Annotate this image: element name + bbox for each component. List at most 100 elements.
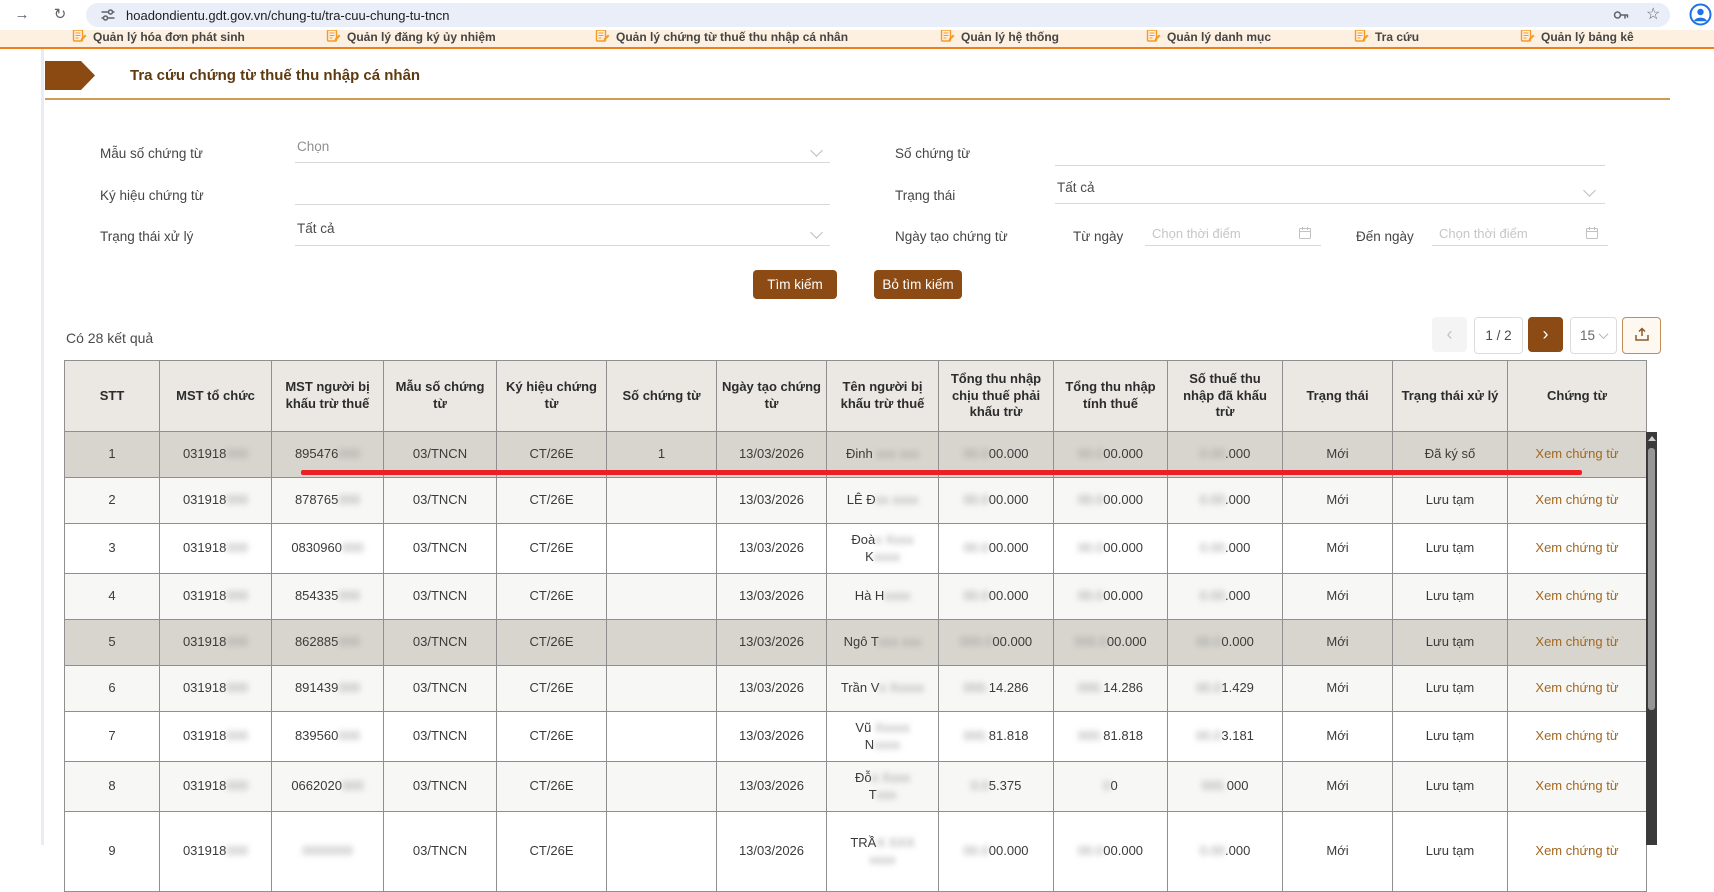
form-no-select-value[interactable]: Chọn	[297, 139, 329, 154]
cell-mau-so-chung-tu: 03/TNCN	[384, 712, 497, 762]
view-document-link[interactable]: Xem chứng từ	[1535, 680, 1618, 695]
cell-tong-thu-nhap-chiu-thue: 00.000.000	[939, 524, 1054, 574]
address-bar[interactable]: hoadondientu.gdt.gov.vn/chung-tu/tra-cuu…	[86, 3, 1670, 27]
form-no-select[interactable]	[295, 162, 830, 163]
cell-ky-hieu-chung-tu: CT/26E	[497, 666, 607, 712]
view-document-link[interactable]: Xem chứng từ	[1535, 446, 1618, 461]
cell-stt: 7	[65, 712, 160, 762]
nav-item[interactable]: Quản lý danh mục	[1146, 30, 1271, 46]
cell-chung-tu: Xem chứng từ	[1508, 478, 1647, 524]
cell-ky-hieu-chung-tu: CT/26E	[497, 812, 607, 892]
cell-stt: 6	[65, 666, 160, 712]
table-row[interactable]: 603191800089143900003/TNCNCT/26E13/03/20…	[65, 666, 1647, 712]
cell-trang-thai: Mới	[1283, 524, 1393, 574]
column-header: Ký hiệu chứng từ	[497, 361, 607, 432]
cell-tong-thu-nhap-tinh-thue: 00.000.000	[1054, 574, 1168, 620]
search-button[interactable]: Tìm kiếm	[753, 270, 837, 299]
chevron-down-icon	[1599, 329, 1609, 339]
view-document-link[interactable]: Xem chứng từ	[1535, 728, 1618, 743]
cell-so-chung-tu	[607, 666, 717, 712]
calendar-icon[interactable]	[1585, 226, 1599, 245]
cell-tong-thu-nhap-chiu-thue: 000.14.286	[939, 666, 1054, 712]
to-date-value[interactable]: Chọn thời điểm	[1439, 226, 1528, 241]
status-select-value[interactable]: Tất cả	[1057, 180, 1095, 195]
nav-item[interactable]: Tra cứu	[1354, 30, 1419, 46]
process-status-select-value[interactable]: Tất cả	[297, 221, 335, 236]
view-document-link[interactable]: Xem chứng từ	[1535, 778, 1618, 793]
export-button[interactable]	[1622, 317, 1661, 354]
column-header: Chứng từ	[1508, 361, 1647, 432]
nav-item[interactable]: Quản lý bảng kê	[1520, 30, 1634, 46]
view-document-link[interactable]: Xem chứng từ	[1535, 588, 1618, 603]
forward-icon[interactable]: →	[10, 3, 34, 27]
site-info-icon[interactable]	[100, 7, 116, 28]
nav-item[interactable]: Quản lý chứng từ thuế thu nhập cá nhân	[595, 30, 848, 46]
table-row[interactable]: 3031918000083096000003/TNCNCT/26E13/03/2…	[65, 524, 1647, 574]
table-row[interactable]: 403191800085433500003/TNCNCT/26E13/03/20…	[65, 574, 1647, 620]
document-edit-icon	[1520, 30, 1535, 46]
document-edit-icon	[1354, 30, 1369, 46]
view-document-link[interactable]: Xem chứng từ	[1535, 540, 1618, 555]
from-date-value[interactable]: Chọn thời điểm	[1152, 226, 1241, 241]
table-row[interactable]: 703191800083956000003/TNCNCT/26E13/03/20…	[65, 712, 1647, 762]
cell-trang-thai-xu-ly: Lưu tạm	[1393, 666, 1508, 712]
nav-item-label: Quản lý danh mục	[1167, 30, 1271, 44]
view-document-link[interactable]: Xem chứng từ	[1535, 634, 1618, 649]
password-key-icon[interactable]	[1612, 6, 1630, 29]
cell-stt: 4	[65, 574, 160, 620]
chevron-down-icon[interactable]	[810, 226, 823, 239]
from-date-input[interactable]	[1145, 245, 1321, 246]
doc-no-input[interactable]	[1055, 165, 1605, 166]
page-size-select[interactable]: 15	[1570, 317, 1617, 354]
cell-so-thue-da-khau-tru: 0.00.000	[1168, 574, 1283, 620]
table-row[interactable]: 203191800087876500003/TNCNCT/26E13/03/20…	[65, 478, 1647, 524]
cell-trang-thai-xu-ly: Lưu tạm	[1393, 762, 1508, 812]
cell-mst-nguoi-bi-khau-tru: 0662020000	[272, 762, 384, 812]
serial-input[interactable]	[295, 204, 830, 205]
cell-stt: 2	[65, 478, 160, 524]
cell-so-thue-da-khau-tru: 00.00.000	[1168, 620, 1283, 666]
table-row[interactable]: 503191800086288500003/TNCNCT/26E13/03/20…	[65, 620, 1647, 666]
url-text[interactable]: hoadondientu.gdt.gov.vn/chung-tu/tra-cuu…	[126, 8, 450, 23]
nav-item[interactable]: Quản lý hệ thống	[940, 30, 1059, 46]
profile-avatar[interactable]	[1689, 3, 1712, 31]
cell-chung-tu: Xem chứng từ	[1508, 712, 1647, 762]
chevron-down-icon[interactable]	[1583, 184, 1596, 197]
cell-mst-nguoi-bi-khau-tru: 891439000	[272, 666, 384, 712]
cell-mau-so-chung-tu: 03/TNCN	[384, 574, 497, 620]
status-select[interactable]	[1055, 203, 1605, 204]
cell-ten-nguoi-bi-khau-tru: LÊ Đxx xxxx	[827, 478, 939, 524]
nav-item-label: Quản lý chứng từ thuế thu nhập cá nhân	[616, 30, 848, 44]
prev-page-button[interactable]: ‹	[1432, 317, 1467, 352]
to-date-input[interactable]	[1432, 245, 1608, 246]
scrollbar-up-icon[interactable]	[1648, 436, 1656, 441]
nav-item[interactable]: Quản lý đăng ký ủy nhiệm	[326, 30, 496, 46]
refresh-icon[interactable]: ↻	[48, 3, 72, 27]
clear-search-button[interactable]: Bỏ tìm kiếm	[874, 270, 962, 299]
cell-stt: 8	[65, 762, 160, 812]
view-document-link[interactable]: Xem chứng từ	[1535, 492, 1618, 507]
cell-mau-so-chung-tu: 03/TNCN	[384, 620, 497, 666]
column-header: Số chứng từ	[607, 361, 717, 432]
next-page-button[interactable]: ›	[1528, 317, 1563, 352]
view-document-link[interactable]: Xem chứng từ	[1535, 843, 1618, 858]
chevron-down-icon[interactable]	[810, 144, 823, 157]
column-header: Mẫu số chứng từ	[384, 361, 497, 432]
cell-mau-so-chung-tu: 03/TNCN	[384, 762, 497, 812]
export-icon	[1633, 325, 1651, 346]
cell-ngay-tao-chung-tu: 13/03/2026	[717, 812, 827, 892]
table-row[interactable]: 8031918000066202000003/TNCNCT/26E13/03/2…	[65, 762, 1647, 812]
bookmark-star-icon[interactable]: ☆	[1646, 4, 1660, 24]
page-size-value: 15	[1580, 328, 1595, 343]
scrollbar-thumb[interactable]	[1648, 448, 1655, 710]
documents-table: STTMST tổ chứcMST người bị khấu trừ thuế…	[64, 360, 1647, 892]
process-status-select[interactable]	[295, 245, 830, 246]
cell-chung-tu: Xem chứng từ	[1508, 666, 1647, 712]
cell-mst-nguoi-bi-khau-tru: 0830960000	[272, 524, 384, 574]
cell-chung-tu: Xem chứng từ	[1508, 620, 1647, 666]
calendar-icon[interactable]	[1298, 226, 1312, 245]
cell-tong-thu-nhap-tinh-thue: 000.14.286	[1054, 666, 1168, 712]
table-row[interactable]: 9031918000000000003/TNCNCT/26E13/03/2026…	[65, 812, 1647, 892]
table-scrollbar[interactable]	[1646, 432, 1657, 845]
nav-item[interactable]: Quản lý hóa đơn phát sinh	[72, 30, 245, 46]
